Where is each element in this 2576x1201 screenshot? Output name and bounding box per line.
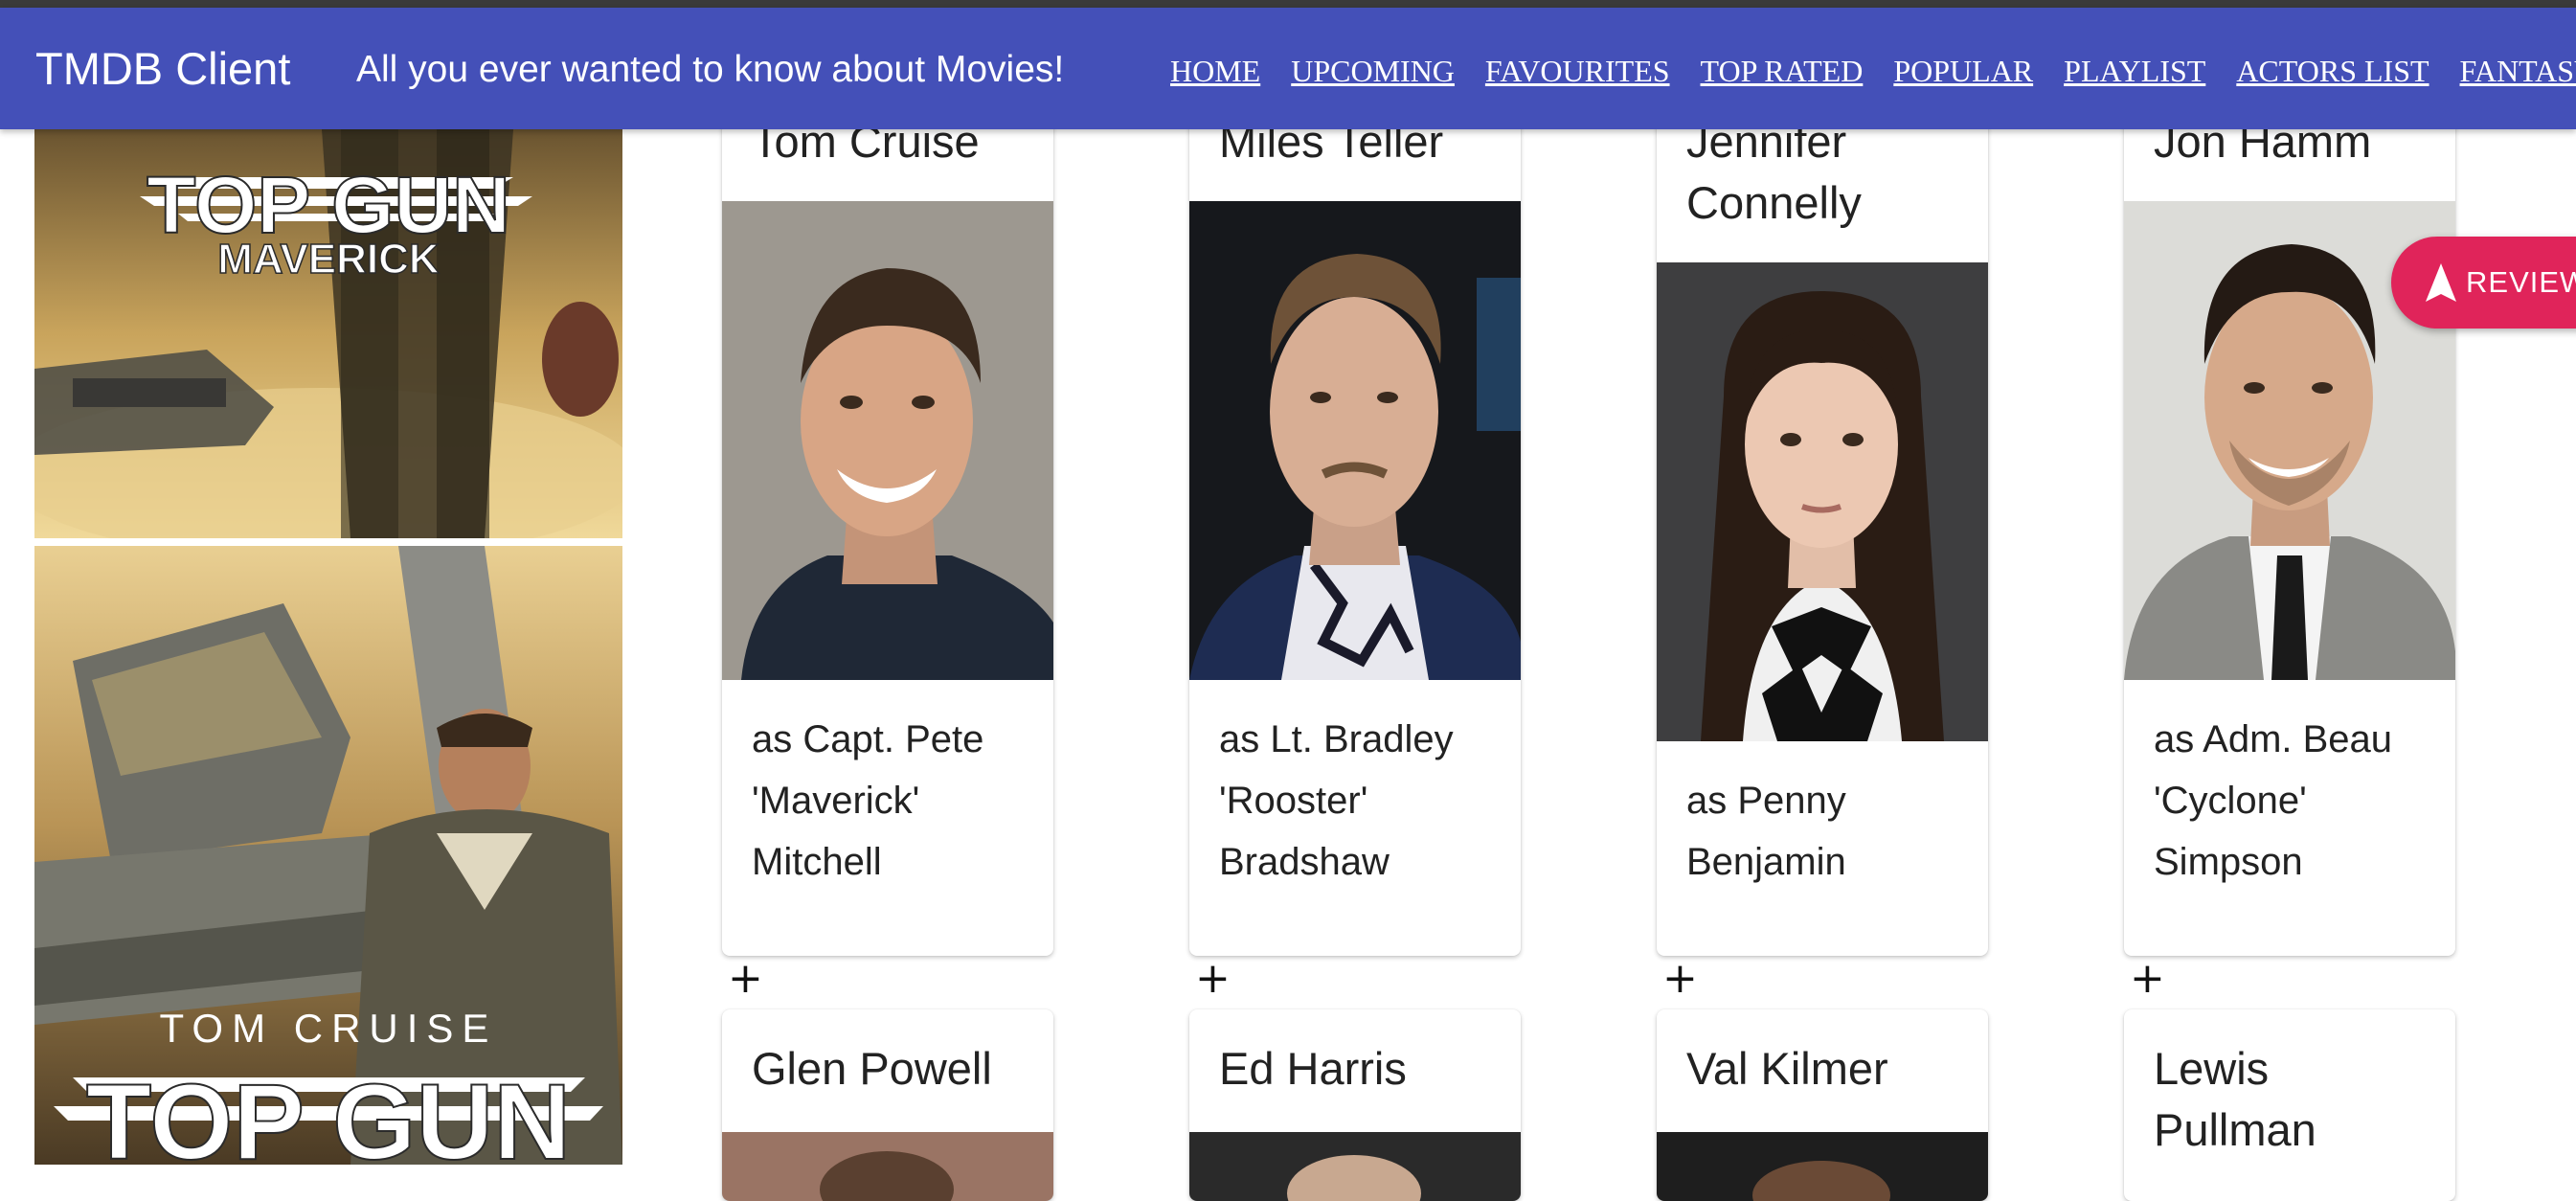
actor-photo: [1189, 201, 1521, 680]
add-favourite-button[interactable]: +: [728, 958, 763, 1000]
browser-edge: [0, 0, 2576, 8]
app-bar: TMDB Client All you ever wanted to know …: [0, 8, 2576, 129]
nav-top-rated[interactable]: TOP RATED: [1701, 50, 1864, 92]
nav-popular[interactable]: POPULAR: [1893, 50, 2033, 92]
cast-card[interactable]: Jon Hamm as Adm. Beau 'Cyclone' Simpson: [2124, 105, 2455, 956]
cast-character: as Lt. Bradley 'Rooster' Bradshaw: [1219, 718, 1454, 883]
cast-name: Lewis Pullman: [2154, 1043, 2316, 1155]
cast-character: as Capt. Pete 'Maverick' Mitchell: [752, 718, 984, 883]
poster-logo-subtitle: MAVERICK: [217, 236, 440, 283]
main-nav: HOME UPCOMING FAVOURITES TOP RATED POPUL…: [1170, 50, 2576, 92]
cast-name: Ed Harris: [1219, 1043, 1407, 1094]
cast-name: Jennifer Connelly: [1686, 116, 1862, 228]
app-title[interactable]: TMDB Client: [35, 42, 290, 96]
navigation-arrow-icon: [2426, 263, 2456, 306]
actor-photo: [1657, 1132, 1988, 1201]
add-favourite-button[interactable]: +: [2130, 958, 2165, 1000]
cast-card[interactable]: Ed Harris: [1189, 1009, 1521, 1201]
cast-card[interactable]: Glen Powell: [722, 1009, 1053, 1201]
cast-card[interactable]: Tom Cruise as Capt. Pete 'Maverick' Mitc…: [722, 105, 1053, 956]
nav-fantasy[interactable]: FANTASY: [2460, 50, 2576, 92]
add-favourite-button[interactable]: +: [1195, 958, 1231, 1000]
poster-actor-credit: TOM CRUISE: [160, 1006, 498, 1051]
review-button-label: REVIEW: [2466, 265, 2576, 299]
nav-favourites[interactable]: FAVOURITES: [1485, 50, 1670, 92]
review-button[interactable]: REVIEW: [2391, 237, 2576, 329]
cast-character: as Adm. Beau 'Cyclone' Simpson: [2154, 718, 2393, 883]
cast-card[interactable]: Lewis Pullman: [2124, 1009, 2455, 1201]
nav-actors-list[interactable]: ACTORS LIST: [2236, 50, 2429, 92]
cast-card[interactable]: Jennifer Connelly as Penny Benjamin: [1657, 105, 1988, 956]
cast-character: as Penny Benjamin: [1686, 780, 1846, 883]
movie-poster: TOP GUN MAVERICK: [34, 129, 622, 538]
actor-photo: [1657, 262, 1988, 741]
add-favourite-button[interactable]: +: [1662, 958, 1698, 1000]
app-tagline: All you ever wanted to know about Movies…: [356, 49, 1065, 90]
actor-photo: [1189, 1132, 1521, 1201]
actor-photo: [722, 201, 1053, 680]
actor-photo: [722, 1132, 1053, 1201]
nav-home[interactable]: HOME: [1170, 50, 1260, 92]
nav-upcoming[interactable]: UPCOMING: [1291, 50, 1455, 92]
nav-playlist[interactable]: PLAYLIST: [2064, 50, 2205, 92]
cast-name: Val Kilmer: [1686, 1043, 1888, 1094]
cast-name: Glen Powell: [752, 1043, 992, 1094]
movie-poster: TOM CRUISE TOP GUN: [34, 546, 622, 1165]
cast-card[interactable]: Val Kilmer: [1657, 1009, 1988, 1201]
poster-logo-title: TOP GUN: [86, 1062, 571, 1165]
cast-card[interactable]: Miles Teller as Lt. Bradley 'Rooster' Br…: [1189, 105, 1521, 956]
